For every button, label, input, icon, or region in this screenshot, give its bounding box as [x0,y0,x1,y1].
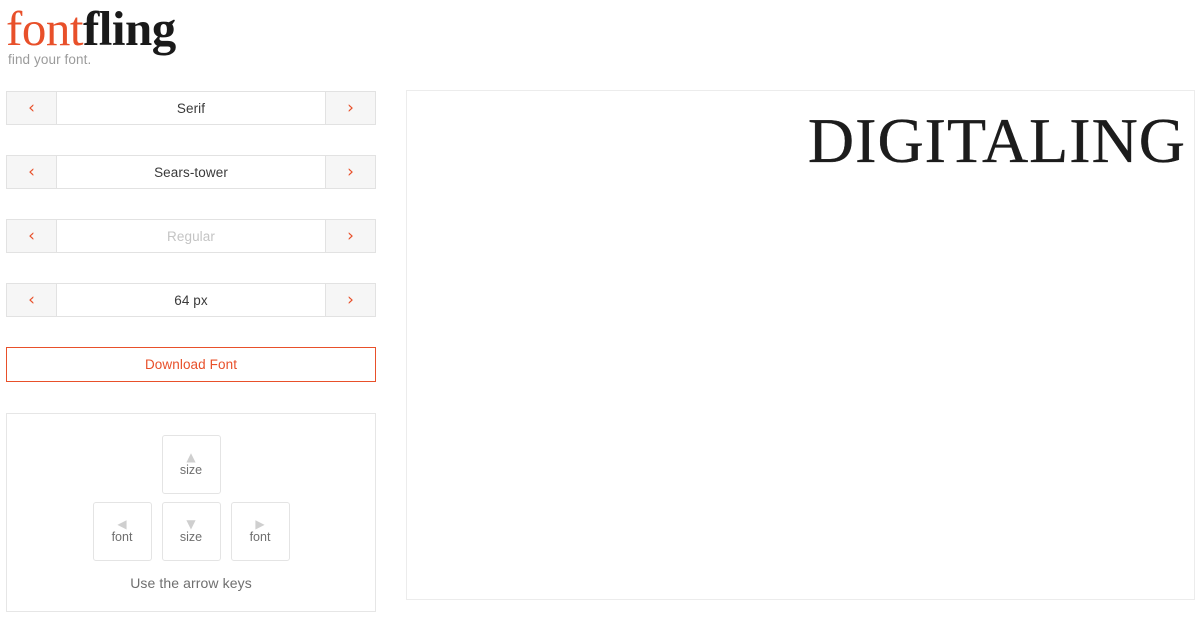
key-arrow-left[interactable]: ◀ font [92,502,152,561]
chevron-left-icon: ‹ [28,97,35,118]
weight-value[interactable]: Regular [56,219,326,253]
key-arrow-right-label: font [249,530,271,544]
brand-tagline: find your font. [8,52,92,67]
key-arrow-down-label: size [179,530,203,544]
font-preview-panel[interactable]: DIGITALING [406,90,1195,600]
key-arrow-up[interactable]: ▲ size [161,435,221,494]
arrow-keys-top-row: ▲ size [161,435,221,494]
selector-category: ‹ Serif › [6,91,376,125]
keyboard-hints-panel: ▲ size ◀ font ▼ size ▶ font Use the arro… [6,413,376,612]
category-value[interactable]: Serif [56,91,326,125]
arrow-right-icon: ▶ [255,517,265,531]
brand-logo: fontfling find your font. [6,4,386,74]
brand-wordmark: fontfling [6,4,386,54]
selector-family: ‹ Sears-tower › [6,155,376,189]
category-prev-button[interactable]: ‹ [6,91,56,125]
key-arrow-down[interactable]: ▼ size [161,502,221,561]
arrow-down-icon: ▼ [186,517,196,531]
size-value[interactable]: 64 px [56,283,326,317]
key-arrow-up-label: size [179,463,203,477]
download-font-button[interactable]: Download Font [6,347,376,382]
chevron-right-icon: › [347,161,354,182]
font-preview-text[interactable]: DIGITALING [808,105,1186,177]
brand-wordmark-fling: fling [82,1,176,56]
arrow-keys-bottom-row: ◀ font ▼ size ▶ font [92,502,290,561]
fontfling-app: fontfling find your font. ‹ Serif › ‹ Se… [0,0,1195,620]
chevron-left-icon: ‹ [28,161,35,182]
weight-prev-button[interactable]: ‹ [6,219,56,253]
key-arrow-left-label: font [111,530,133,544]
selector-weight: ‹ Regular › [6,219,376,253]
chevron-right-icon: › [347,289,354,310]
brand-wordmark-font: font [6,1,83,56]
category-next-button[interactable]: › [326,91,376,125]
selector-size: ‹ 64 px › [6,283,376,317]
arrow-keys-diagram: ▲ size ◀ font ▼ size ▶ font [7,414,375,561]
chevron-left-icon: ‹ [28,225,35,246]
family-prev-button[interactable]: ‹ [6,155,56,189]
chevron-right-icon: › [347,97,354,118]
key-arrow-right[interactable]: ▶ font [230,502,290,561]
weight-next-button[interactable]: › [326,219,376,253]
chevron-right-icon: › [347,225,354,246]
arrow-up-icon: ▲ [186,450,196,464]
size-prev-button[interactable]: ‹ [6,283,56,317]
size-next-button[interactable]: › [326,283,376,317]
chevron-left-icon: ‹ [28,289,35,310]
arrow-left-icon: ◀ [117,517,127,531]
family-next-button[interactable]: › [326,155,376,189]
family-value[interactable]: Sears-tower [56,155,326,189]
keyboard-hints-caption: Use the arrow keys [130,575,252,591]
